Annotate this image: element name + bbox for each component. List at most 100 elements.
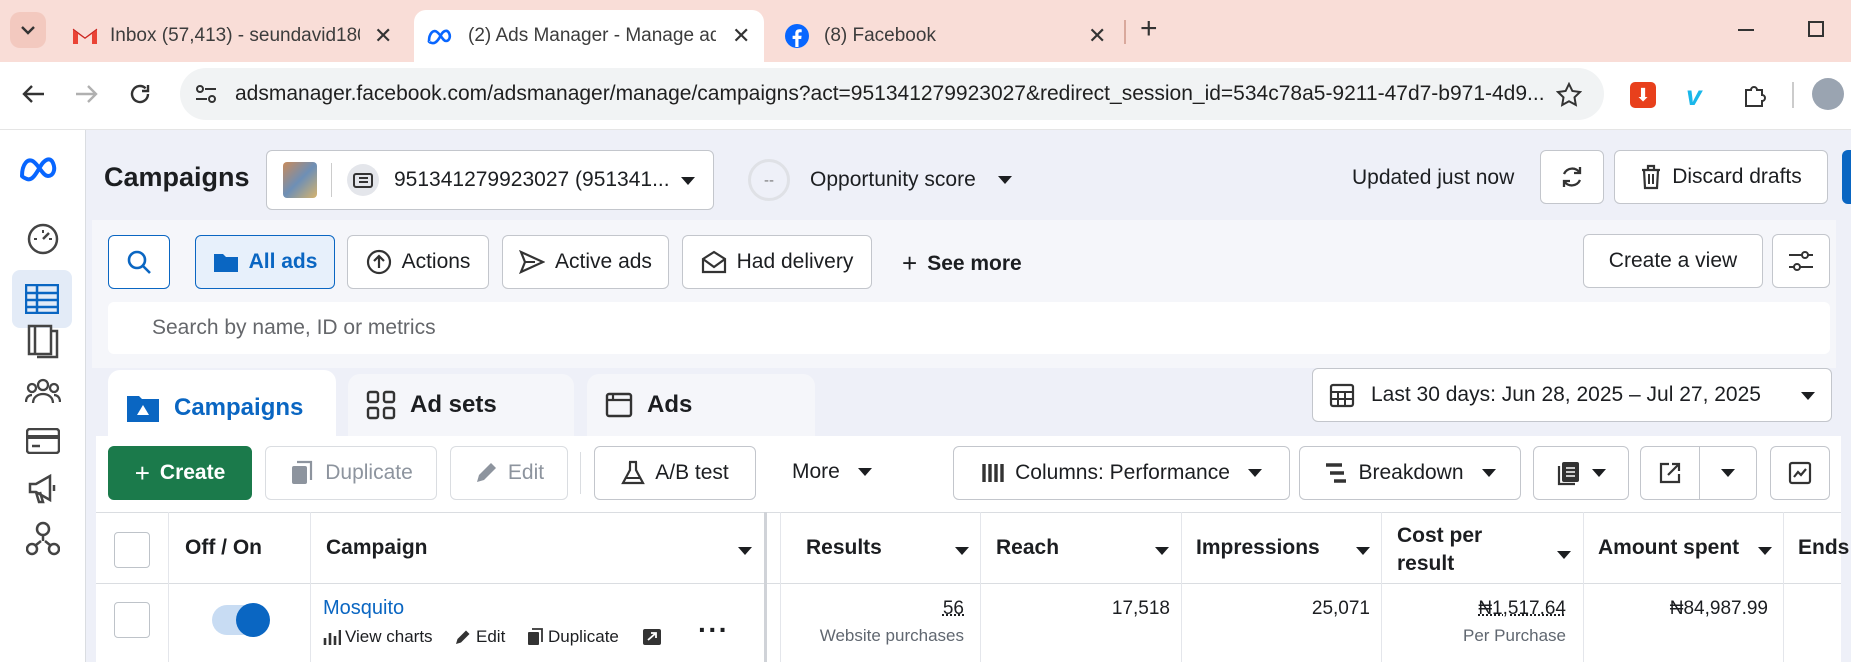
sort-caret-icon[interactable]	[1356, 547, 1370, 555]
extensions-puzzle-icon[interactable]	[1742, 82, 1768, 108]
profile-avatar[interactable]	[1812, 78, 1844, 110]
export-button[interactable]	[1640, 446, 1700, 500]
open-external-icon[interactable]	[642, 628, 662, 646]
view-charts-link[interactable]: View charts	[323, 627, 433, 647]
sort-caret-icon[interactable]	[1557, 551, 1571, 559]
column-reach[interactable]: Reach	[996, 536, 1059, 560]
edit-button[interactable]: Edit	[450, 446, 568, 500]
nav-reports-icon[interactable]	[22, 320, 64, 362]
tab-ad-sets[interactable]: Ad sets	[348, 374, 574, 436]
campaign-toggle[interactable]	[212, 603, 270, 637]
create-button[interactable]: + Create	[108, 446, 252, 500]
restore-icon[interactable]	[1808, 21, 1824, 37]
nav-business-tools-icon[interactable]	[22, 518, 64, 560]
results-value[interactable]: 56	[900, 598, 964, 620]
column-campaign[interactable]: Campaign	[326, 536, 428, 560]
tab-ads[interactable]: Ads	[587, 374, 815, 436]
sort-caret-icon[interactable]	[1758, 547, 1772, 555]
charts-button[interactable]	[1770, 446, 1830, 500]
minimize-icon[interactable]	[1738, 29, 1754, 31]
search-toggle-button[interactable]	[108, 235, 170, 289]
close-icon[interactable]: ✕	[1088, 23, 1106, 49]
row-duplicate-link[interactable]: Duplicate	[526, 627, 619, 647]
arrow-up-circle-icon	[366, 249, 391, 275]
meta-logo-icon[interactable]	[18, 154, 64, 184]
filter-had-delivery[interactable]: Had delivery	[682, 235, 872, 289]
browser-tab-facebook[interactable]: (8) Facebook ✕	[772, 10, 1112, 62]
chevron-down-icon	[1592, 469, 1606, 477]
create-view-button[interactable]: Create a view	[1583, 234, 1763, 288]
pencil-icon	[476, 463, 496, 482]
refresh-icon	[1562, 167, 1582, 187]
tab-search-button[interactable]	[10, 12, 46, 48]
filter-active-ads[interactable]: Active ads	[502, 235, 669, 289]
see-more-filters[interactable]: + See more	[902, 248, 1022, 279]
refresh-button[interactable]	[1540, 150, 1604, 204]
bookmark-star-icon[interactable]	[1556, 82, 1582, 108]
browser-tab-ads-manager[interactable]: (2) Ads Manager - Manage ads ✕	[414, 10, 764, 62]
toolbar-divider	[580, 452, 581, 494]
ab-test-button[interactable]: A/B test	[594, 446, 756, 500]
columns-icon	[982, 464, 1004, 482]
search-icon	[127, 250, 151, 274]
reload-icon[interactable]	[128, 82, 152, 106]
tab-ads-label: Ads	[647, 391, 693, 418]
column-cost-per-result[interactable]: Cost per result	[1397, 522, 1482, 578]
breakdown-dropdown[interactable]: Breakdown	[1299, 446, 1521, 500]
row-edit-link[interactable]: Edit	[454, 627, 505, 647]
column-amount-spent[interactable]: Amount spent	[1598, 536, 1739, 560]
browser-tab-gmail[interactable]: Inbox (57,413) - seundavid180@ ✕	[58, 10, 400, 62]
create-view-label: Create a view	[1608, 249, 1738, 272]
campaign-name-link[interactable]: Mosquito	[323, 597, 404, 620]
column-impressions[interactable]: Impressions	[1196, 536, 1320, 560]
columns-dropdown[interactable]: Columns: Performance	[953, 446, 1290, 500]
reach-value: 17,518	[1111, 598, 1170, 619]
close-icon[interactable]: ✕	[732, 23, 750, 49]
close-icon[interactable]: ✕	[374, 23, 392, 49]
select-all-checkbox[interactable]	[114, 532, 150, 568]
row-checkbox[interactable]	[114, 602, 150, 638]
sort-caret-icon[interactable]	[738, 547, 752, 555]
account-selector[interactable]: 951341279923027 (951341...	[266, 150, 714, 210]
publish-button-edge[interactable]	[1842, 150, 1851, 204]
more-options-icon[interactable]: ···	[698, 616, 729, 644]
toggle-knob	[236, 603, 270, 637]
filter-actions[interactable]: Actions	[347, 235, 489, 289]
filter-settings-button[interactable]	[1772, 234, 1830, 288]
download-extension-icon[interactable]: ⬇	[1630, 82, 1656, 108]
amount-spent-value: ₦84,987.99	[1669, 598, 1768, 619]
opportunity-score-dropdown[interactable]: -- Opportunity score	[748, 158, 1012, 202]
ad-account-icon	[347, 164, 379, 196]
column-ends[interactable]: Ends	[1798, 536, 1849, 560]
sort-caret-icon[interactable]	[1155, 547, 1169, 555]
toolbar-divider	[1792, 82, 1794, 108]
tab-campaigns[interactable]: Campaigns	[108, 370, 336, 446]
new-tab-plus-icon[interactable]: +	[1140, 12, 1158, 46]
back-arrow-icon[interactable]	[20, 83, 46, 105]
filter-all-ads[interactable]: All ads	[195, 235, 335, 289]
site-info-icon[interactable]	[194, 83, 218, 105]
vimeo-extension-icon[interactable]: v	[1686, 80, 1702, 112]
column-off-on[interactable]: Off / On	[185, 536, 262, 560]
column-results[interactable]: Results	[806, 536, 882, 560]
nav-audiences-icon[interactable]	[22, 370, 64, 412]
tab-ad-sets-label: Ad sets	[410, 391, 497, 418]
more-dropdown[interactable]: More	[792, 460, 872, 484]
reports-dropdown[interactable]	[1533, 446, 1629, 500]
gmail-icon	[72, 28, 98, 44]
cost-per-result-value[interactable]: ₦1,517.64	[1400, 598, 1566, 620]
nav-overview-gauge-icon[interactable]	[22, 218, 64, 260]
duplicate-button[interactable]: Duplicate	[265, 446, 437, 500]
forward-arrow-icon[interactable]	[74, 83, 100, 105]
chevron-down-icon	[681, 177, 695, 185]
nav-ads-megaphone-icon[interactable]	[22, 468, 64, 510]
search-input[interactable]: Search by name, ID or metrics	[108, 302, 1830, 354]
sort-caret-icon[interactable]	[955, 547, 969, 555]
export-menu-button[interactable]	[1699, 446, 1757, 500]
grid-squares-icon	[366, 390, 396, 420]
date-range-picker[interactable]: Last 30 days: Jun 28, 2025 – Jul 27, 202…	[1312, 368, 1832, 422]
campaign-folder-icon	[127, 396, 159, 422]
nav-billing-card-icon[interactable]	[22, 420, 64, 462]
tab-title: Inbox (57,413) - seundavid180@	[110, 25, 360, 46]
discard-drafts-button[interactable]: Discard drafts	[1614, 150, 1828, 204]
